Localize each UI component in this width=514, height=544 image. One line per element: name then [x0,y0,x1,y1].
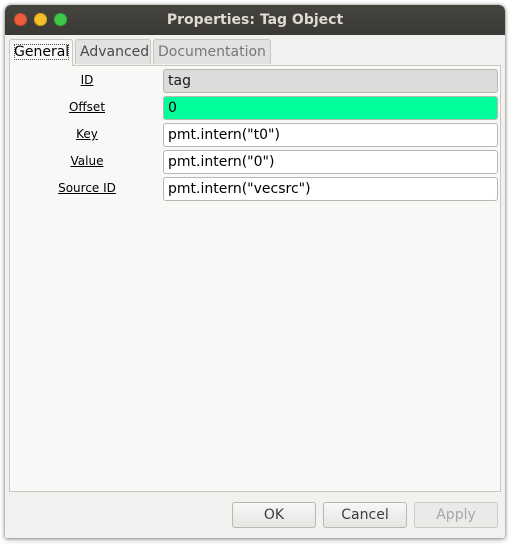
field-row-value: Value pmt.intern("0") [10,150,500,174]
id-label: ID [80,73,94,87]
field-row-id: ID tag [10,69,500,93]
source-id-label: Source ID [58,181,116,195]
window-title: Properties: Tag Object [166,12,344,28]
apply-button[interactable]: Apply [414,502,498,528]
field-row-offset: Offset 0 [10,96,500,120]
tab-general-label: General [14,44,70,60]
tab-documentation-label: Documentation [158,44,266,60]
field-row-source-id: Source ID pmt.intern("vecsrc") [10,177,500,201]
value-label: Value [70,154,104,168]
key-label: Key [76,127,98,141]
tab-advanced-label: Advanced [80,44,150,60]
value-field[interactable]: pmt.intern("0") [163,150,498,174]
cancel-button[interactable]: Cancel [323,502,407,528]
key-field[interactable]: pmt.intern("t0") [163,123,498,147]
source-id-field[interactable]: pmt.intern("vecsrc") [163,177,498,201]
offset-field[interactable]: 0 [163,96,498,120]
general-panel: ID tag Offset 0 Key pmt.intern("t0") Val… [9,65,501,492]
button-bar: OK Cancel Apply [5,497,505,538]
tab-advanced[interactable]: Advanced [75,39,151,64]
tab-general[interactable]: General [9,39,73,66]
offset-label: Offset [68,100,106,114]
tab-documentation[interactable]: Documentation [153,39,271,64]
id-field[interactable]: tag [163,69,498,93]
title-bar[interactable]: Properties: Tag Object [5,5,505,35]
field-row-key: Key pmt.intern("t0") [10,123,500,147]
ok-button[interactable]: OK [232,502,316,528]
properties-dialog: Properties: Tag Object General Advanced … [5,5,505,538]
